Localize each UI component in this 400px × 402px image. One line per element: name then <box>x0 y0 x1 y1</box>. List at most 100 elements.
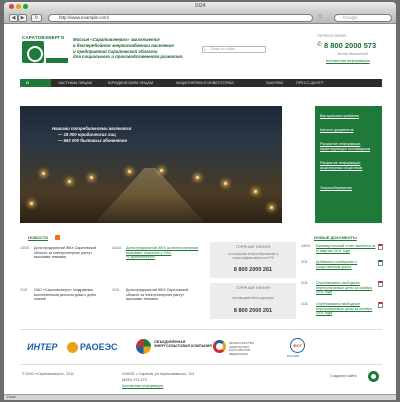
document-link[interactable]: Опубликованы свободные нерегулируемые це… <box>316 281 376 295</box>
address-bar[interactable]: http://www.example.com/ <box>48 14 313 22</box>
hotline-description: по вопросам энергосбережения и энергоэфф… <box>228 252 278 261</box>
street-light <box>270 206 273 209</box>
title-bar: 1024 <box>4 2 396 12</box>
side-link-catalog[interactable]: Каталог документов <box>320 128 378 133</box>
status-bar: Done <box>4 394 396 400</box>
street-light <box>128 170 131 173</box>
logo-bar <box>46 58 68 63</box>
header-hotline-label: ГОРЯЧАЯ ЛИНИЯ <box>317 34 346 38</box>
hotline-box-energy[interactable]: ГОРЯЧАЯ ЛИНИЯ по вопросам энергосбережен… <box>210 242 296 278</box>
mission-statement: Миссия «Саратовэнерго» заключается в бес… <box>73 37 198 60</box>
street-light <box>224 182 227 185</box>
hero-road <box>95 168 205 223</box>
document-link[interactable]: Опубликованы свободные нерегулируемые це… <box>316 302 376 316</box>
rss-icon[interactable] <box>55 235 60 240</box>
footer-phone: (8452) 573-573 <box>122 378 147 382</box>
news-title[interactable]: НОВОСТИ <box>28 235 48 240</box>
browser-search-input[interactable]: Google <box>334 14 392 22</box>
logo-text[interactable]: САРАТОВЭНЕРГО <box>22 35 64 41</box>
street-light <box>42 172 45 175</box>
header-phone: 8 800 2000 573 <box>324 41 377 50</box>
site-creator-label: Создание сайта <box>330 374 357 378</box>
site-search-placeholder: Поиск по сайту <box>210 47 236 51</box>
bookmark-icon[interactable]: ☆ <box>316 14 324 22</box>
pdf-icon[interactable] <box>378 281 383 287</box>
partner-logo-inter[interactable]: ИНТЕР <box>27 342 57 353</box>
back-button[interactable]: ◀ <box>9 14 18 22</box>
news-item[interactable]: ОАО «Саратовэнерго» поздравляю воспитанн… <box>34 288 102 302</box>
footer-address: 410028, г. Саратов, ул.Чернышевского, 12… <box>122 372 195 376</box>
news-item[interactable]: Доля предприятий ЖКХ Саратовской области… <box>126 288 200 302</box>
menu-item-procurement[interactable]: ЗАКУПКИ <box>266 79 283 87</box>
hotline-title: ГОРЯЧАЯ ЛИНИЯ <box>235 245 271 249</box>
news-date: 7/10 <box>20 288 27 292</box>
side-link-reception[interactable]: Виртуальная приёмная <box>320 114 378 119</box>
hero-line: — 663 000 бытовых абонентов <box>58 137 128 143</box>
status-text: Done <box>7 395 16 399</box>
reload-button[interactable]: ↻ <box>31 14 42 22</box>
forward-button[interactable]: ▶ <box>18 14 27 22</box>
doc-icon[interactable] <box>378 260 383 266</box>
oek-logo-icon <box>136 339 151 354</box>
footer-contacts-link[interactable]: Контактная информация <box>122 384 163 388</box>
hotline-title: ГОРЯЧАЯ ЛИНИЯ <box>235 286 271 290</box>
hero-text: Нашими потребителями являются — 18 000 ю… <box>52 126 131 143</box>
hotline-phone: 8 800 2000 261 <box>233 267 273 273</box>
street-light <box>160 169 163 172</box>
site-search-input[interactable]: Поиск по сайту <box>202 46 266 53</box>
side-links-panel: Виртуальная приёмная Каталог документов … <box>315 106 382 223</box>
hero-banner: Нашими потребителями являются — 18 000 ю… <box>20 106 282 223</box>
ministry-logo-icon <box>213 340 226 353</box>
url-text: http://www.example.com/ <box>59 15 110 20</box>
partner-logo-ministry[interactable]: МИНИСТЕРСТВО ЭНЕРГЕТИКИ РОССИЙСКОЙ ФЕДЕР… <box>229 341 265 356</box>
pdf-icon[interactable] <box>378 244 383 250</box>
hotline-phone: 8 800 2000 261 <box>233 308 273 314</box>
main-menu: О КОМПАНИИ ЧАСТНЫМ ЛИЦАМ ЮРИДИЧЕСКИМ ЛИЦ… <box>20 79 382 93</box>
phone-icon: ✆ <box>317 42 323 48</box>
web-page: САРАТОВЭНЕРГО Миссия «Саратовэнерго» зак… <box>4 24 396 394</box>
news-date: 1/10 <box>112 288 119 292</box>
menu-item-individuals[interactable]: ЧАСТНЫМ ЛИЦАМ <box>58 79 92 87</box>
hotline-description: противодействия коррупции <box>232 296 274 300</box>
browser-window: 1024 ◀ ▶ ↻ http://www.example.com/ ☆ Goo… <box>4 2 396 400</box>
document-date: 3/11 <box>301 260 308 264</box>
news-item[interactable]: Доля предприятий ЖКХ за электроэнергию в… <box>126 246 200 260</box>
document-link[interactable]: Ежеквартальный отчет эмитента за III ква… <box>316 244 376 253</box>
side-link-disclosure-company[interactable]: Раскрытие информации акционерным обществ… <box>320 161 378 170</box>
window-title: 1024 <box>194 3 206 9</box>
site-creator-logo[interactable] <box>368 371 379 382</box>
partner-fst-subtitle: РОССИИ <box>287 354 300 358</box>
hotline-box-corruption[interactable]: ГОРЯЧАЯ ЛИНИЯ противодействия коррупции … <box>210 283 296 319</box>
menu-item-press[interactable]: ПРЕСС-ЦЕНТР <box>296 79 323 87</box>
logo-mark[interactable] <box>22 41 44 63</box>
browser-toolbar: ◀ ▶ ↻ http://www.example.com/ ☆ Google <box>4 12 396 24</box>
street-light <box>196 176 199 179</box>
documents-title[interactable]: НОВЫЕ ДОКУМЕНТЫ <box>314 235 357 240</box>
browser-search-placeholder: Google <box>343 15 358 20</box>
menu-item-about[interactable]: О КОМПАНИИ <box>20 79 51 93</box>
news-date: 14/10 <box>20 246 29 250</box>
hero-line: Нашими потребителями являются <box>52 126 132 131</box>
side-link-energy-saving[interactable]: Энергосбережение <box>320 186 378 191</box>
pdf-icon[interactable] <box>378 302 383 308</box>
document-date: 14/10 <box>301 244 310 248</box>
menu-item-companies[interactable]: ЮРИДИЧЕСКИМ ЛИЦАМ <box>108 79 153 87</box>
copyright: © ООО «Саратовэнерго», 2011 <box>22 372 74 376</box>
rao-logo-icon <box>67 342 78 353</box>
street-light <box>68 180 71 183</box>
document-date: 1/11 <box>301 302 308 306</box>
partners-strip: ИНТЕР РАОЕЭС ОБЪЕДИНЁННАЯ ЭНЕРГОСБЫТОВАЯ… <box>20 329 382 365</box>
document-link[interactable]: Добавлено сообщение о существенном факте <box>316 260 376 269</box>
side-link-disclosure-supplier[interactable]: Раскрытие информации гарантирующим поста… <box>320 142 378 151</box>
partner-logo-oek[interactable]: ОБЪЕДИНЁННАЯ ЭНЕРГОСБЫТОВАЯ КОМПАНИЯ <box>154 340 214 349</box>
street-light <box>90 176 93 179</box>
phone-note: Звонок бесплатный <box>337 52 368 56</box>
search-icon[interactable]: ⌕ <box>204 47 206 52</box>
news-item[interactable]: Доля предприятий ЖКХ Саратовской области… <box>34 246 98 260</box>
partner-logo-rao[interactable]: РАОЕЭС <box>80 342 118 353</box>
street-light <box>254 190 257 193</box>
contacts-link[interactable]: Контактная информация <box>326 59 370 64</box>
partner-logo-fst[interactable]: ФСТ <box>290 338 305 353</box>
menu-item-investors[interactable]: АКЦИОНЕРАМ И ИНВЕСТОРАМ <box>176 79 234 87</box>
document-date: 2/11 <box>301 281 308 285</box>
